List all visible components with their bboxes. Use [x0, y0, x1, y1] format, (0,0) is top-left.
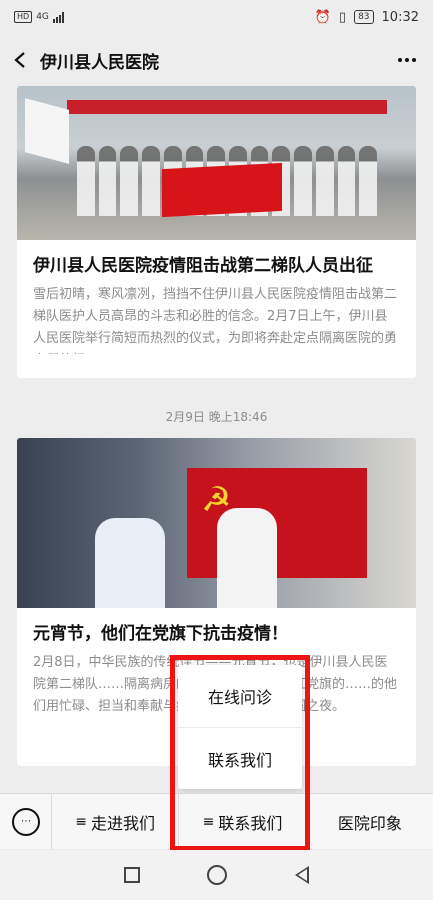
menu-button-label: 医院印象 [337, 813, 402, 833]
home-icon[interactable] [207, 865, 228, 885]
keyboard-icon[interactable]: ⋯ [0, 793, 52, 850]
highlight-box [170, 655, 310, 851]
system-nav-bar [0, 850, 433, 900]
doctor-figure-decoration [95, 518, 165, 608]
signal-icon [52, 11, 64, 23]
menu-button-label: 走进我们 [91, 813, 156, 833]
party-flag-decoration [162, 162, 282, 218]
alarm-icon: ⏰ [314, 9, 331, 25]
article-image: ☭ [17, 438, 416, 608]
article-image [17, 86, 416, 240]
network-type: 4G [36, 12, 49, 22]
banner-decoration [67, 100, 387, 114]
status-right: ⏰ ▯ 83 10:32 [315, 10, 419, 25]
clock: 10:32 [381, 9, 419, 25]
page-title: 伊川县人民医院 [40, 52, 159, 73]
recent-apps-icon[interactable] [123, 867, 140, 883]
status-left: HD 4G [14, 11, 64, 23]
menu-list-icon: ≡ [75, 813, 88, 830]
article-card[interactable]: 伊川县人民医院疫情阻击战第二梯队人员出征 雪后初晴，寒风凛冽，挡挡不住伊川县人民… [17, 86, 416, 378]
more-icon[interactable] [381, 34, 433, 86]
vibrate-icon: ▯ [338, 9, 347, 25]
menu-button-about[interactable]: ≡ 走进我们 [52, 794, 178, 850]
menu-button-impression[interactable]: 医院印象 [305, 793, 433, 850]
chat-header: 伊川县人民医院 [0, 34, 433, 86]
network-tag: HD [14, 11, 33, 23]
article-title: 伊川县人民医院疫情阻击战第二梯队人员出征 [33, 256, 373, 276]
status-bar: HD 4G ⏰ ▯ 83 10:32 [0, 0, 433, 34]
article-summary: 雪后初晴，寒风凛冽，挡挡不住伊川县人民医院疫情阻击战第二梯队医护人员高昂的斗志和… [33, 287, 398, 354]
date-separator: 2月9日 晚上18:46 [165, 410, 268, 424]
back-arrow-icon[interactable] [0, 34, 40, 86]
battery-icon: 83 [354, 10, 374, 24]
doctor-figure-decoration [217, 508, 277, 608]
article-title: 元宵节，他们在党旗下抗击疫情！ [33, 624, 288, 644]
white-flag-decoration [25, 98, 69, 164]
back-icon[interactable] [295, 866, 310, 884]
